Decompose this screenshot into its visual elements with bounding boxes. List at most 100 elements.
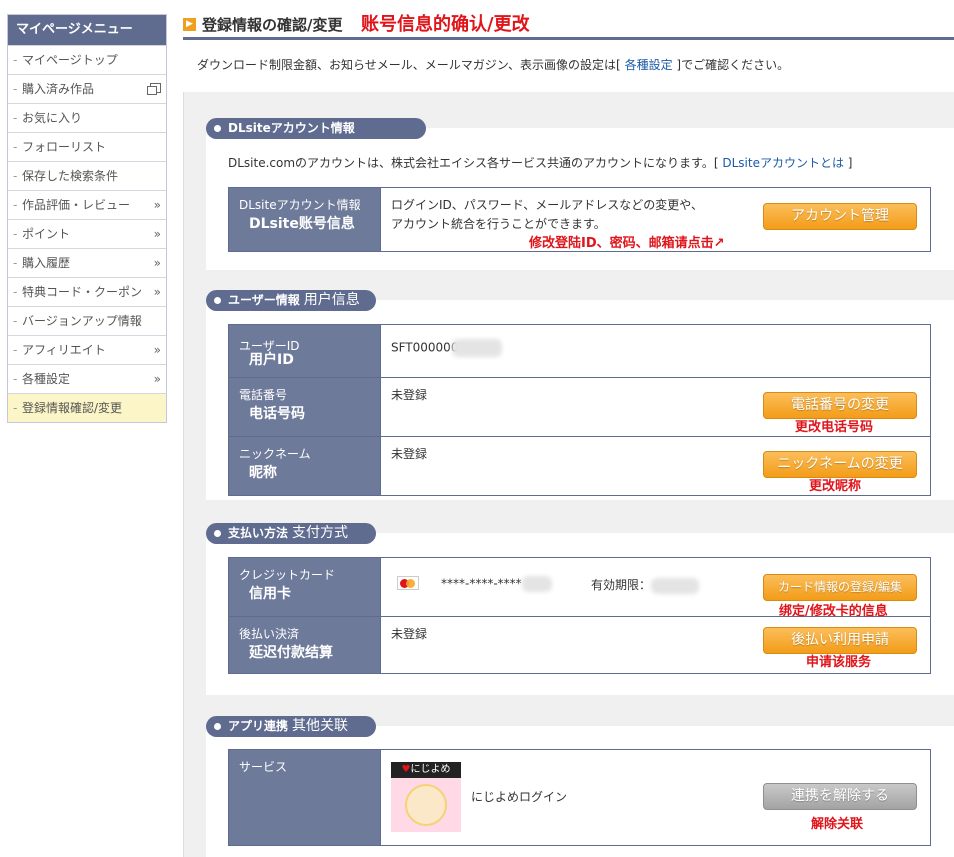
sidebar-item-follow-list[interactable]: フォローリスト bbox=[8, 132, 166, 161]
credit-card-value-cell: ****-****-**** 有効期限： カード情報の登録/編集 绑定/修改卡的… bbox=[380, 557, 931, 619]
new-window-icon bbox=[147, 83, 161, 95]
apply-deferred-payment-button[interactable]: 後払い利用申請 bbox=[763, 627, 917, 654]
nickname-label-cell: ニックネーム 昵称 bbox=[228, 436, 381, 496]
row-label-jp: 電話番号 bbox=[239, 388, 288, 402]
sidebar-item-settings[interactable]: 各種設定 » bbox=[8, 364, 166, 393]
sidebar-item-saved-search[interactable]: 保存した検索条件 bbox=[8, 161, 166, 190]
table-row: ユーザーID 用户ID SFT000000 bbox=[228, 324, 931, 378]
user-id-label-cell: ユーザーID 用户ID bbox=[228, 324, 381, 378]
sidebar-item-points[interactable]: ポイント » bbox=[8, 219, 166, 248]
section-heading-label: アプリ連携 bbox=[228, 719, 289, 733]
row-label-jp: クレジットカード bbox=[239, 568, 336, 582]
account-table: DLsiteアカウント情報 DLsite账号信息 ログインID、パスワード、メー… bbox=[228, 187, 931, 252]
sidebar-item-purchased[interactable]: 購入済み作品 bbox=[8, 74, 166, 103]
credit-card-label-cell: クレジットカード 信用卡 bbox=[228, 557, 381, 617]
page-title-annotation: 账号信息的确认/更改 bbox=[361, 14, 530, 35]
phone-value-cell: 未登録 電話番号の変更 更改电话号码 bbox=[380, 377, 931, 437]
unlink-button[interactable]: 連携を解除する bbox=[763, 783, 917, 810]
row-label-annotation: 用户ID bbox=[249, 352, 294, 368]
app-name: にじよめログイン bbox=[471, 790, 568, 804]
page-title: 登録情報の確認/変更 bbox=[202, 16, 343, 34]
user-table: ユーザーID 用户ID SFT000000 電話番号 电话号码 未登録 電話番号… bbox=[228, 324, 931, 496]
row-label-annotation: 电话号码 bbox=[249, 406, 305, 422]
sidebar-item-label: 作品評価・レビュー bbox=[22, 198, 131, 212]
nickname-value: 未登録 bbox=[391, 447, 428, 461]
info-text: ] bbox=[847, 156, 853, 170]
redacted-blur bbox=[651, 577, 700, 594]
sidebar-item-label: 特典コード・クーポン bbox=[22, 285, 143, 299]
table-row: 電話番号 电话号码 未登録 電話番号の変更 更改电话号码 bbox=[228, 377, 931, 437]
service-value-cell: ♥にじよめ にじよめログイン 連携を解除する 解除关联 bbox=[380, 749, 931, 846]
row-label-annotation: DLsite账号信息 bbox=[249, 216, 355, 232]
section-heading-label: ユーザー情報 bbox=[228, 293, 300, 307]
sidebar-item-label: アフィリエイト bbox=[22, 343, 106, 357]
sidebar-item-label: 登録情報確認/変更 bbox=[22, 401, 123, 415]
row-label-annotation: 延迟付款结算 bbox=[249, 645, 333, 661]
deferred-payment-value: 未登録 bbox=[391, 627, 428, 641]
account-label-cell: DLsiteアカウント情報 DLsite账号信息 bbox=[228, 187, 381, 252]
chevron-right-icon: » bbox=[153, 256, 161, 270]
sidebar-item-reviews[interactable]: 作品評価・レビュー » bbox=[8, 190, 166, 219]
app-badge-label: にじよめ bbox=[410, 764, 451, 775]
change-phone-button[interactable]: 電話番号の変更 bbox=[763, 392, 917, 419]
nickname-note-annotation: 更改昵称 bbox=[809, 479, 862, 494]
row-label-jp: サービス bbox=[239, 760, 288, 774]
sidebar-item-registration-info[interactable]: 登録情報確認/変更 bbox=[8, 393, 166, 422]
expiry-label: 有効期限： bbox=[591, 578, 652, 592]
section-heading-label: 支払い方法 bbox=[228, 526, 289, 540]
card-number-text: ****-****-**** bbox=[441, 576, 522, 591]
redacted-blur bbox=[521, 576, 552, 592]
user-id-value: SFT000000 bbox=[391, 340, 459, 355]
sidebar-item-label: フォローリスト bbox=[22, 140, 107, 154]
sidebar-item-label: 購入済み作品 bbox=[22, 82, 95, 96]
description-text: ]でご確認ください。 bbox=[676, 58, 790, 72]
character-image bbox=[405, 784, 447, 826]
settings-link[interactable]: 各種設定 bbox=[625, 58, 673, 72]
sidebar-item-label: 購入履歴 bbox=[22, 256, 71, 270]
section-heading-annotation: 支付方式 bbox=[292, 525, 349, 541]
section-heading-apps: アプリ連携 其他关联 bbox=[206, 716, 376, 737]
page-header: ▶ 登録情報の確認/変更 账号信息的确认/更改 bbox=[183, 10, 954, 40]
section-heading-annotation: 其他关联 bbox=[292, 718, 349, 734]
account-value-cell: ログインID、パスワード、メールアドレスなどの変更や、 アカウント統合を行うこと… bbox=[380, 187, 931, 252]
table-row: クレジットカード 信用卡 ****-****-**** 有効期限： カード情報の… bbox=[228, 557, 931, 619]
dlsite-account-about-link[interactable]: DLsiteアカウントとは bbox=[722, 156, 844, 170]
chevron-right-icon: » bbox=[153, 372, 161, 386]
mypage-sidebar: マイページメニュー マイページトップ 購入済み作品 お気に入り フォローリスト … bbox=[7, 14, 167, 423]
sidebar-item-label: お気に入り bbox=[22, 111, 83, 125]
deferred-payment-label-cell: 後払い決済 延迟付款结算 bbox=[228, 616, 381, 674]
card-expiry: 有効期限： bbox=[591, 576, 700, 594]
row-label-jp: DLsiteアカウント情報 bbox=[239, 198, 361, 212]
section-heading-user: ユーザー情報 用户信息 bbox=[206, 290, 376, 311]
section-heading-payment: 支払い方法 支付方式 bbox=[206, 523, 376, 544]
page-description: ダウンロード制限金額、お知らせメール、メールマガジン、表示画像の設定は[ 各種設… bbox=[197, 56, 789, 73]
account-manage-button[interactable]: アカウント管理 bbox=[763, 203, 917, 230]
sidebar-item-label: 各種設定 bbox=[22, 372, 71, 386]
section-heading-label: DLsiteアカウント情報 bbox=[228, 121, 355, 135]
section-heading-account: DLsiteアカウント情報 bbox=[206, 118, 426, 139]
payment-table: クレジットカード 信用卡 ****-****-**** 有効期限： カード情報の… bbox=[228, 557, 931, 674]
table-row: 後払い決済 延迟付款结算 未登録 後払い利用申請 申请该服务 bbox=[228, 616, 931, 674]
row-label-jp: 後払い決済 bbox=[239, 627, 300, 641]
sidebar-item-mypage-top[interactable]: マイページトップ bbox=[8, 45, 166, 74]
change-nickname-button[interactable]: ニックネームの変更 bbox=[763, 451, 917, 478]
row-label-annotation: 信用卡 bbox=[249, 586, 291, 602]
unlink-note-annotation: 解除关联 bbox=[811, 817, 864, 832]
section-heading-annotation: 用户信息 bbox=[303, 292, 360, 308]
sidebar-item-affiliate[interactable]: アフィリエイト » bbox=[8, 335, 166, 364]
mastercard-icon bbox=[397, 576, 419, 590]
sidebar-item-purchase-history[interactable]: 購入履歴 » bbox=[8, 248, 166, 277]
sidebar-item-label: マイページトップ bbox=[22, 53, 118, 67]
sidebar-item-coupons[interactable]: 特典コード・クーポン » bbox=[8, 277, 166, 306]
main-content: ▶ 登録情報の確認/変更 账号信息的确认/更改 ダウンロード制限金額、お知らせメ… bbox=[183, 0, 954, 857]
phone-label-cell: 電話番号 电话号码 bbox=[228, 377, 381, 437]
sidebar-item-version-updates[interactable]: バージョンアップ情報 bbox=[8, 306, 166, 335]
table-row: ニックネーム 昵称 未登録 ニックネームの変更 更改昵称 bbox=[228, 436, 931, 496]
edit-card-button[interactable]: カード情報の登録/編集 bbox=[763, 574, 917, 601]
service-label-cell: サービス bbox=[228, 749, 381, 846]
deferred-note-annotation: 申请该服务 bbox=[806, 655, 872, 670]
sidebar-item-favorites[interactable]: お気に入り bbox=[8, 103, 166, 132]
info-text: DLsite.comのアカウントは、株式会社エイシス各サービス共通のアカウントに… bbox=[228, 156, 719, 170]
play-icon: ▶ bbox=[183, 18, 196, 31]
chevron-right-icon: » bbox=[153, 343, 161, 357]
